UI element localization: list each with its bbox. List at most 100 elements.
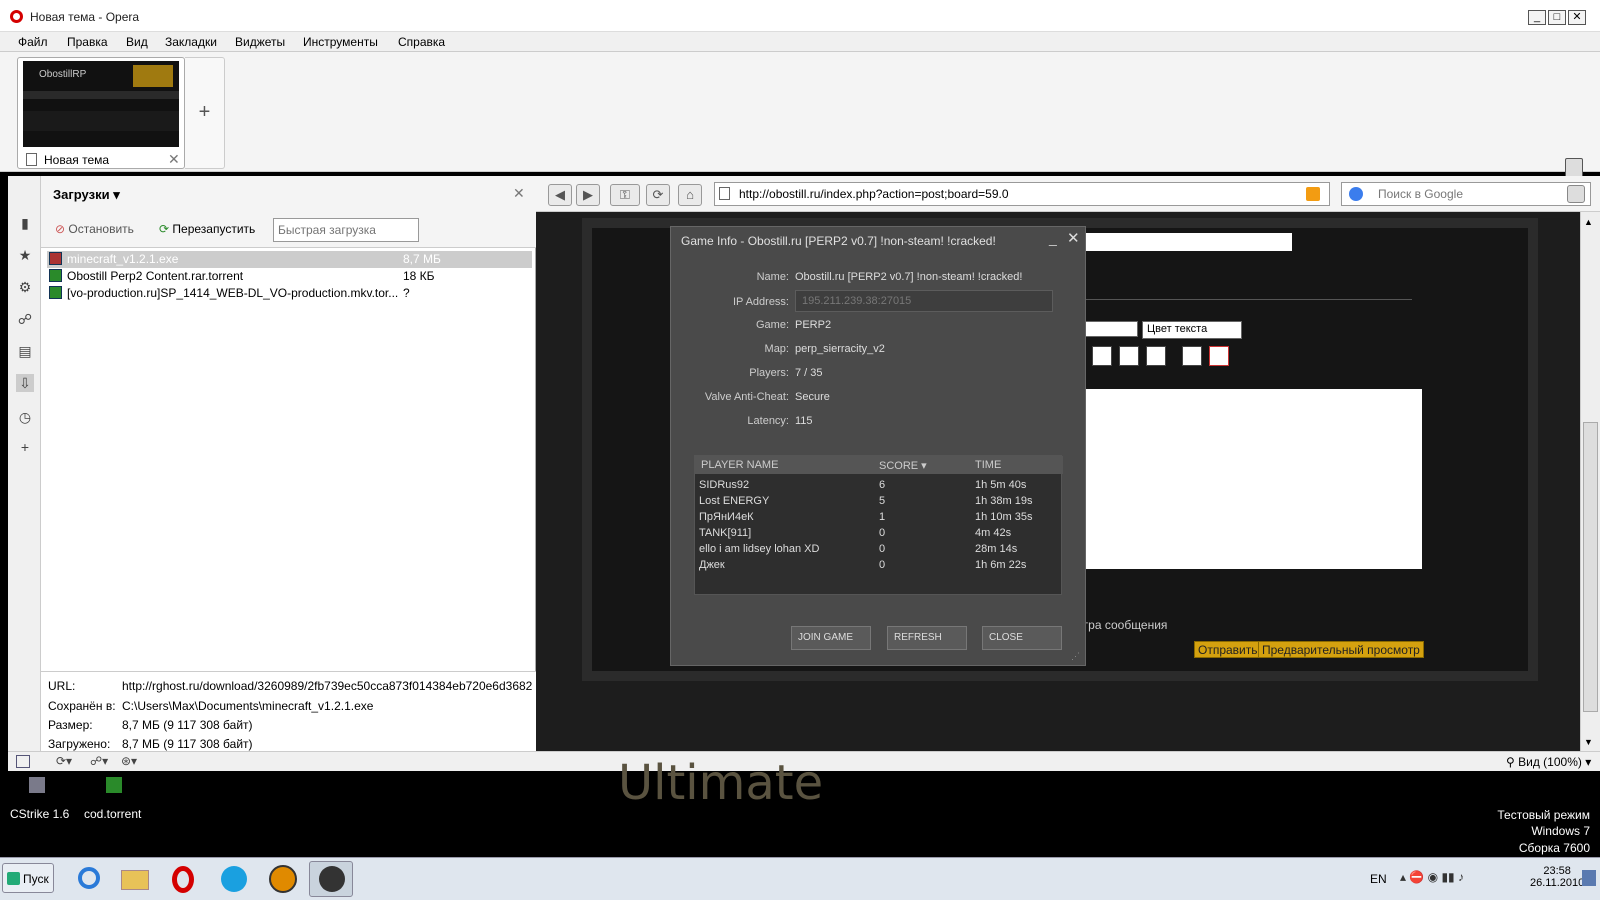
saved-value[interactable]: C:\Users\Max\Documents\minecraft_v1.2.1.… — [122, 699, 532, 713]
ie-icon[interactable] — [66, 861, 110, 897]
dialog-minimize-icon[interactable]: _ — [1049, 230, 1057, 246]
list-icon[interactable] — [1092, 346, 1112, 366]
scroll-down-icon[interactable]: ▼ — [1584, 737, 1593, 747]
search-input[interactable]: Поиск в Google — [1341, 182, 1591, 206]
join-game-button[interactable]: JOIN GAME — [791, 626, 871, 650]
table-row[interactable]: ello i am lidsey lohan XD 0 28m 14s — [695, 542, 1063, 558]
numbered-list-icon[interactable] — [1119, 346, 1139, 366]
turbo-icon[interactable]: ⟳▾ — [56, 754, 72, 768]
key-icon[interactable]: ⚿ — [610, 184, 640, 206]
subject-input[interactable] — [1062, 233, 1292, 251]
document-icon — [26, 153, 37, 166]
url-value[interactable]: http://rghost.ru/download/3260989/2fb739… — [122, 679, 532, 693]
bookmarks-panel-icon[interactable]: ★ — [16, 246, 34, 264]
send-button[interactable]: Отправить — [1194, 641, 1262, 658]
size-value: 8,7 МБ (9 117 308 байт) — [122, 718, 253, 732]
address-input[interactable]: http://obostill.ru/index.php?action=post… — [714, 182, 1330, 206]
close-window-button[interactable]: ✕ — [1568, 10, 1586, 25]
column-time[interactable]: TIME — [975, 459, 1001, 471]
half-life-icon[interactable] — [260, 861, 304, 897]
menu-view[interactable]: Вид — [126, 35, 148, 49]
network-icon[interactable]: ⊛▾ — [121, 754, 137, 768]
scroll-thumb[interactable] — [1583, 422, 1598, 712]
remove-format-icon[interactable] — [1209, 346, 1229, 366]
downloads-panel-icon[interactable]: ⇩ — [16, 374, 34, 392]
trash-icon[interactable] — [1565, 158, 1583, 178]
exe-icon — [49, 252, 62, 265]
home-button[interactable]: ⌂ — [678, 184, 702, 206]
table-row[interactable]: ПрЯнИ4еК 1 1h 10m 35s — [695, 510, 1063, 526]
language-indicator[interactable]: EN — [1370, 872, 1387, 886]
downloads-panel: Загрузки ▾ ✕ ⊘ Остановить ⟳ Перезапустит… — [41, 176, 536, 751]
steam-icon[interactable] — [309, 861, 353, 897]
clock[interactable]: 23:58 26.11.2010 — [1530, 865, 1584, 889]
start-button[interactable]: Пуск — [2, 863, 54, 893]
show-desktop-button[interactable] — [1582, 870, 1596, 886]
rss-icon[interactable] — [1306, 187, 1320, 201]
menu-file[interactable]: Файл — [18, 35, 48, 49]
menu-bar: Файл Правка Вид Закладки Виджеты Инструм… — [0, 32, 1600, 52]
close-button[interactable]: CLOSE — [982, 626, 1062, 650]
panel-close-icon[interactable]: ✕ — [513, 185, 525, 202]
table-row[interactable]: SIDRus92 6 1h 5m 40s — [695, 478, 1063, 494]
player-score: 1 — [879, 511, 886, 523]
opera-icon[interactable] — [162, 861, 206, 897]
back-button[interactable]: ◀ — [548, 184, 572, 206]
table-row[interactable]: Lost ENERGY 5 1h 38m 19s — [695, 494, 1063, 510]
menu-tools[interactable]: Инструменты — [303, 35, 378, 49]
download-item[interactable]: minecraft_v1.2.1.exe 8,7 МБ — [47, 251, 532, 268]
restart-button[interactable]: ⟳ Перезапустить — [159, 222, 255, 236]
hr-icon[interactable] — [1146, 346, 1166, 366]
minimize-button[interactable]: _ — [1528, 10, 1546, 25]
menu-help[interactable]: Справка — [398, 35, 445, 49]
panel-toggle-icon[interactable] — [16, 755, 30, 768]
preview-button[interactable]: Предварительный просмотр — [1258, 641, 1424, 658]
table-row[interactable]: Джек 0 1h 6m 22s — [695, 558, 1063, 574]
thumb-nav — [23, 91, 179, 99]
download-size: 8,7 МБ — [403, 252, 441, 266]
skype-icon[interactable] — [211, 861, 255, 897]
unite-panel-icon[interactable]: ☍ — [16, 310, 34, 328]
zoom-control[interactable]: ⚲ Вид (100%) ▾ — [1506, 755, 1591, 769]
download-item[interactable]: [vo-production.ru]SP_1414_WEB-DL_VO-prod… — [47, 285, 532, 302]
resize-grip-icon[interactable]: ⋰ — [1071, 651, 1080, 662]
font-icon[interactable] — [1182, 346, 1202, 366]
settings-panel-icon[interactable]: ⚙ — [16, 278, 34, 296]
dialog-close-icon[interactable]: ✕ — [1067, 229, 1080, 247]
maximize-button[interactable]: □ — [1548, 10, 1566, 25]
downloads-title[interactable]: Загрузки ▾ — [53, 187, 120, 203]
cstrike-icon[interactable] — [29, 777, 45, 793]
menu-edit[interactable]: Правка — [67, 35, 108, 49]
add-panel-icon[interactable]: + — [16, 438, 34, 456]
search-button[interactable] — [1567, 185, 1585, 203]
download-info: URL: http://rghost.ru/download/3260989/2… — [41, 671, 536, 751]
tab-new-topic[interactable]: ObostillRP Новая тема ✕ — [17, 57, 185, 169]
name-label: Name: — [756, 271, 789, 283]
menu-bookmarks[interactable]: Закладки — [165, 35, 217, 49]
tray-icons[interactable]: ▴ ⛔ ◉ ▮▮ ♪ — [1400, 870, 1464, 884]
table-row[interactable]: TANK[911] 0 4m 42s — [695, 526, 1063, 542]
page-scrollbar[interactable]: ▲ ▼ — [1580, 212, 1600, 751]
widget-panel-icon[interactable]: ▮ — [16, 214, 34, 232]
stop-button[interactable]: ⊘ Остановить — [55, 222, 134, 236]
column-score[interactable]: SCORE ▾ — [879, 459, 927, 472]
tab-close-icon[interactable]: ✕ — [168, 151, 180, 168]
unite-status-icon[interactable]: ☍▾ — [90, 754, 108, 768]
explorer-icon[interactable] — [113, 861, 157, 897]
message-editor[interactable] — [1062, 389, 1422, 569]
ip-field[interactable]: 195.211.239.38:27015 — [795, 290, 1053, 312]
scroll-up-icon[interactable]: ▲ — [1584, 217, 1593, 227]
notes-panel-icon[interactable]: ▤ — [16, 342, 34, 360]
quick-download-input[interactable] — [273, 218, 419, 242]
refresh-button[interactable]: REFRESH — [887, 626, 967, 650]
google-icon[interactable] — [1349, 187, 1363, 201]
download-item[interactable]: Obostill Perp2 Content.rar.torrent 18 КБ — [47, 268, 532, 285]
reload-button[interactable]: ⟳ — [646, 184, 670, 206]
column-player-name[interactable]: PLAYER NAME — [701, 459, 778, 471]
new-tab-button[interactable]: + — [185, 57, 225, 169]
text-color-select[interactable]: Цвет текста — [1142, 321, 1242, 339]
menu-widgets[interactable]: Виджеты — [235, 35, 285, 49]
torrent-icon[interactable] — [106, 777, 122, 793]
history-panel-icon[interactable]: ◷ — [16, 408, 34, 426]
forward-button[interactable]: ▶ — [576, 184, 600, 206]
